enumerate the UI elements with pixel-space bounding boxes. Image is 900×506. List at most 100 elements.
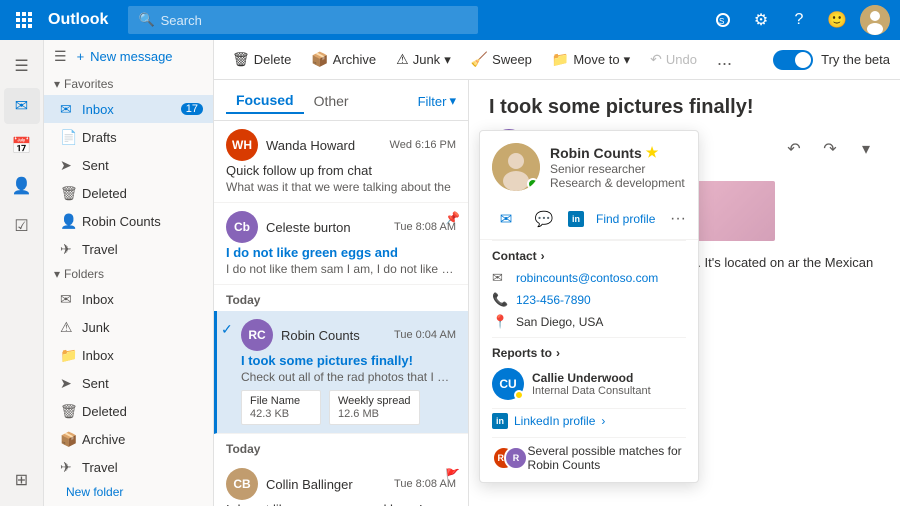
contact-location-value: San Diego, USA <box>516 315 603 329</box>
sidebar-item-drafts[interactable]: 📄 Drafts <box>44 123 213 151</box>
beta-toggle[interactable] <box>773 50 813 70</box>
contact-email-icon[interactable]: ✉ <box>492 205 520 233</box>
email-item-wanda[interactable]: WH Wanda Howard Wed 6:16 PM Quick follow… <box>214 121 468 203</box>
filter-chevron: ▾ <box>449 93 456 109</box>
linkedin-profile-row[interactable]: in LinkedIn profile › <box>480 409 698 437</box>
date-robin: Tue 0:04 AM <box>394 329 456 341</box>
contact-chat-icon[interactable]: 💬 <box>530 205 558 233</box>
try-beta-section: Try the beta <box>773 50 890 70</box>
move-to-button[interactable]: 📁 Move to ▾ <box>544 47 638 72</box>
mail-icon[interactable]: ✉ <box>4 88 40 124</box>
reports-to-name[interactable]: Callie Underwood <box>532 371 686 385</box>
settings-button[interactable]: ⚙ <box>746 5 776 35</box>
flag-icon-collin: 🚩 <box>445 468 460 482</box>
contact-location-row: 📍 San Diego, USA <box>492 311 686 333</box>
reports-to-title[interactable]: Reports to › <box>492 346 686 360</box>
more-button[interactable]: ... <box>709 45 740 74</box>
new-folder-link[interactable]: New folder <box>44 481 213 503</box>
tasks-icon[interactable]: ☑ <box>4 208 40 244</box>
avatar-celeste-p: Cb <box>226 211 258 243</box>
waffle-icon[interactable] <box>10 12 38 28</box>
contact-card-avatar[interactable] <box>492 143 540 191</box>
archive-button[interactable]: 📦 Archive <box>303 47 384 72</box>
email-items: WH Wanda Howard Wed 6:16 PM Quick follow… <box>214 121 468 506</box>
travel-icon: ✈ <box>60 241 76 258</box>
contact-email-value[interactable]: robincounts@contoso.com <box>516 271 658 285</box>
toolbar: 🗑 Delete 📦 Archive ⚠ Junk ▾ 🧹 Sweep 📁 Mo… <box>214 40 900 80</box>
emoji-button[interactable]: 🙂 <box>822 5 852 35</box>
skype-button[interactable]: S <box>708 5 738 35</box>
email-item-robin[interactable]: ✓ RC Robin Counts Tue 0:04 AM I took som… <box>214 311 468 434</box>
search-bar[interactable]: 🔍 <box>128 6 478 34</box>
attachment-name-2: Weekly spread <box>338 395 411 407</box>
sidebar-item-inbox[interactable]: ✉ Inbox 17 <box>44 95 213 123</box>
more-actions-button[interactable]: ▾ <box>852 135 880 163</box>
new-message-icon: + <box>77 49 85 64</box>
contact-more-button[interactable]: ··· <box>670 210 686 228</box>
contact-phone-value[interactable]: 123-456-7890 <box>516 293 591 307</box>
focused-other-bar: Focused Other Filter ▾ <box>214 80 468 121</box>
reply-back-button[interactable]: ↶ <box>780 135 808 163</box>
sidebar-folder-inbox2[interactable]: 📁 Inbox <box>44 341 213 369</box>
star-icon[interactable]: ★ <box>646 144 659 161</box>
undo-button[interactable]: ↶ Undo <box>642 47 705 72</box>
sidebar-folder-deleted[interactable]: 🗑 Deleted <box>44 397 213 425</box>
contact-phone-row: 📞 123-456-7890 <box>492 289 686 311</box>
attachment-weekly[interactable]: Weekly spread 12.6 MB <box>329 390 420 425</box>
junk-chevron: ▾ <box>444 52 451 68</box>
sidebar: ☰ + New message ▾ Favorites ✉ Inbox 17 📄… <box>44 40 214 506</box>
sweep-button[interactable]: 🧹 Sweep <box>463 47 540 72</box>
sender-info-collin: Collin Ballinger <box>266 477 388 492</box>
possible-matches-text[interactable]: Several possible matches for Robin Count… <box>528 444 686 472</box>
deleted-icon: 🗑 <box>60 185 76 202</box>
pin-icon: 📌 <box>445 211 460 225</box>
collapse-icon: ▾ <box>54 77 60 91</box>
attachment-file[interactable]: File Name 42.3 KB <box>241 390 321 425</box>
focused-tab[interactable]: Focused <box>226 88 304 114</box>
sidebar-folder-travel[interactable]: ✈ Travel <box>44 453 213 481</box>
archive-icon: 📦 <box>311 51 328 68</box>
app-title: Outlook <box>48 11 108 29</box>
sidebar-folder-archive[interactable]: 📦 Archive <box>44 425 213 453</box>
section-today-2: Today <box>214 434 468 460</box>
filter-button[interactable]: Filter ▾ <box>418 93 456 109</box>
people-icon[interactable]: 👤 <box>4 168 40 204</box>
sidebar-item-deleted[interactable]: 🗑 Deleted <box>44 179 213 207</box>
favorites-header[interactable]: ▾ Favorites <box>44 73 213 95</box>
folder-inbox-icon: ✉ <box>60 291 76 308</box>
calendar-icon[interactable]: 📅 <box>4 128 40 164</box>
find-profile-link[interactable]: Find profile <box>596 212 655 226</box>
reports-to-row: CU Callie Underwood Internal Data Consul… <box>480 364 698 408</box>
sidebar-item-robin-counts[interactable]: 👤 Robin Counts <box>44 207 213 235</box>
contact-section-title[interactable]: Contact › <box>492 249 686 263</box>
sidebar-toolbar[interactable]: ☰ + New message <box>44 40 213 73</box>
sidebar-folder-sent[interactable]: ➤ Sent <box>44 369 213 397</box>
sender-info-celeste-p: Celeste burton <box>266 220 388 235</box>
email-item-collin[interactable]: CB Collin Ballinger Tue 8:08 AM 🚩 I do n… <box>214 460 468 506</box>
email-header-celeste-p: Cb Celeste burton Tue 8:08 AM 📌 <box>226 211 456 243</box>
user-avatar[interactable] <box>860 5 890 35</box>
sidebar-folder-inbox[interactable]: ✉ Inbox <box>44 285 213 313</box>
email-item-celeste-pinned[interactable]: Cb Celeste burton Tue 8:08 AM 📌 I do not… <box>214 203 468 285</box>
menu-icon[interactable]: ☰ <box>4 48 40 84</box>
sidebar-folder-junk[interactable]: ⚠ Junk <box>44 313 213 341</box>
sidebar-item-travel[interactable]: ✈ Travel <box>44 235 213 263</box>
junk-button[interactable]: ⚠ Junk ▾ <box>388 47 459 72</box>
reports-to-chevron: › <box>556 346 560 360</box>
new-message-label[interactable]: New message <box>90 49 172 64</box>
topbar: Outlook 🔍 S ⚙ ? 🙂 <box>0 0 900 40</box>
search-input[interactable] <box>161 13 469 28</box>
folders-header[interactable]: ▾ Folders <box>44 263 213 285</box>
other-tab[interactable]: Other <box>304 89 359 113</box>
contact-linkedin-icon[interactable]: in <box>568 211 584 227</box>
inbox-badge: 17 <box>181 103 203 115</box>
hamburger-icon[interactable]: ☰ <box>54 48 67 65</box>
contact-title: Senior researcher <box>550 162 686 176</box>
delete-button[interactable]: 🗑 Delete <box>224 47 299 72</box>
apps-icon[interactable]: ⊞ <box>4 462 40 498</box>
avatar-collin: CB <box>226 468 258 500</box>
check-icon: ✓ <box>221 321 233 338</box>
sidebar-item-sent[interactable]: ➤ Sent <box>44 151 213 179</box>
reply-forward-button[interactable]: ↷ <box>816 135 844 163</box>
help-button[interactable]: ? <box>784 5 814 35</box>
